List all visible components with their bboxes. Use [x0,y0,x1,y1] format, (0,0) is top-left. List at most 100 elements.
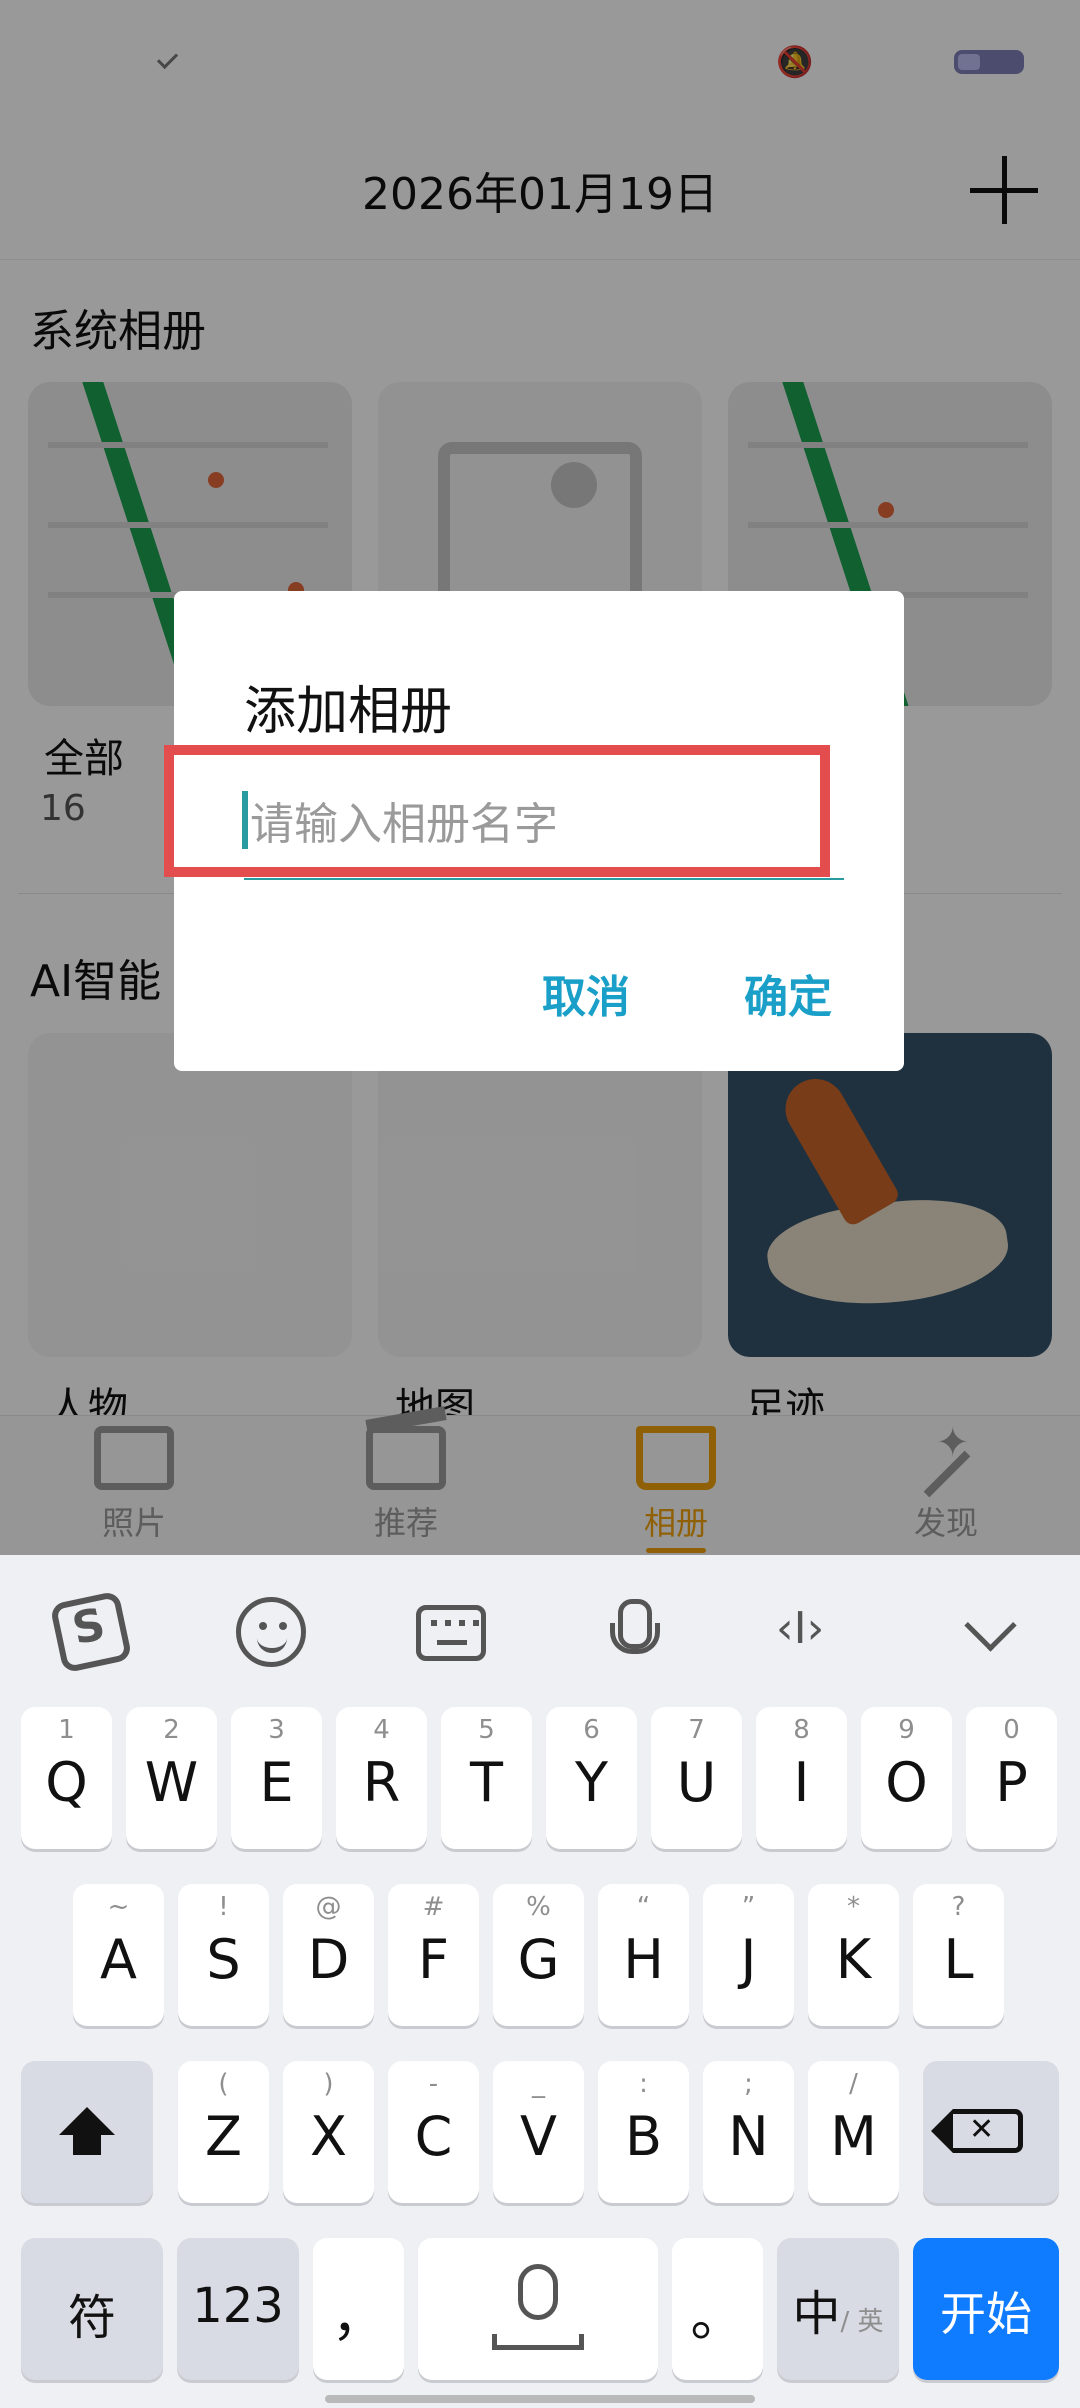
key-sublabel: / 英 [840,2307,884,2337]
key-hint: ) [323,2069,334,2099]
period-key[interactable]: 。 [672,2238,763,2380]
key-m[interactable]: / M [808,2061,899,2203]
key-label: K [835,1928,872,1991]
key-label: M [830,2105,877,2168]
key-hint: ; [744,2069,753,2099]
key-label: Y [575,1751,608,1814]
key-label: W [144,1751,199,1814]
key-d[interactable]: @ D [283,1884,374,2026]
input-highlight-box [164,745,830,877]
key-u[interactable]: 7U [651,1707,742,1849]
key-hint: - [428,2069,439,2099]
key-hint: @ [315,1892,342,1922]
key-label: 中 [792,2286,841,2342]
key-label: S [206,1928,241,1991]
key-i[interactable]: 8I [756,1707,847,1849]
key-label: H [623,1928,664,1991]
sogou-logo-icon[interactable] [49,1590,133,1674]
dialog-title: 添加相册 [244,682,453,742]
key-y[interactable]: 6Y [546,1707,637,1849]
key-x[interactable]: ) X [283,2061,374,2203]
key-hint: # [422,1892,445,1922]
key-label: 。 [690,2285,745,2348]
collapse-icon[interactable] [956,1597,1026,1667]
key-z[interactable]: (Z [178,2061,269,2203]
key-hint: _ [532,2069,545,2099]
key-label: O [885,1751,928,1814]
key-hint: * [847,1892,860,1922]
shift-icon [55,2107,119,2163]
enter-key[interactable]: 开始 [913,2238,1059,2380]
key-hint: “ [636,1892,651,1922]
key-k[interactable]: * K [808,1884,899,2026]
key-label: 开始 [940,2287,1032,2341]
key-h[interactable]: “H [598,1884,689,2026]
key-r[interactable]: 4R [336,1707,427,1849]
key-b[interactable]: :B [598,2061,689,2203]
key-label: ， [331,2285,386,2348]
key-hint: 8 [793,1715,810,1745]
key-hint: 9 [898,1715,915,1745]
confirm-button[interactable]: 确定 [744,961,832,1025]
key-hint: ! [218,1892,229,1922]
key-hint: 2 [163,1715,180,1745]
input-underline [244,878,844,880]
key-label: Q [45,1751,88,1814]
key-label: V [520,2105,557,2168]
key-label: B [624,2105,663,2168]
key-s[interactable]: ! S [178,1884,269,2026]
cursor-icon[interactable] [776,1597,846,1667]
emoji-icon[interactable] [236,1597,306,1667]
key-label: R [362,1751,401,1814]
key-hint: ” [741,1892,756,1922]
key-label: 符 [67,2290,116,2346]
key-label: J [740,1928,757,1991]
home-indicator[interactable] [325,2395,755,2403]
key-hint: % [526,1892,551,1922]
key-g[interactable]: % G [493,1884,584,2026]
key-label: P [995,1751,1028,1814]
key-hint: 6 [583,1715,600,1745]
key-label: Z [205,2105,242,2168]
key-hint: ( [218,2069,229,2099]
key-f[interactable]: # F [388,1884,479,2026]
key-l[interactable]: ? L [913,1884,1004,2026]
key-label: F [417,1928,450,1991]
backspace-key[interactable] [923,2061,1059,2203]
key-label: A [100,1928,137,1991]
key-j[interactable]: ” J [703,1884,794,2026]
key-label: X [310,2105,347,2168]
key-hint: / [849,2069,858,2099]
key-hint: 7 [688,1715,705,1745]
key-hint: 1 [58,1715,75,1745]
key-label: C [414,2105,453,2168]
key-o[interactable]: 9O [861,1707,952,1849]
key-label: D [307,1928,350,1991]
key-v[interactable]: _ V [493,2061,584,2203]
mic-icon [518,2264,558,2320]
mic-icon[interactable] [596,1597,666,1667]
key-q[interactable]: 1Q [21,1707,112,1849]
key-label: T [470,1751,503,1814]
key-n[interactable]: ; N [703,2061,794,2203]
key-e[interactable]: 3E [231,1707,322,1849]
key-hint: : [639,2069,648,2099]
numbers-key[interactable]: 123 [177,2238,299,2380]
key-p[interactable]: 0P [966,1707,1057,1849]
key-hint: 5 [478,1715,495,1745]
key-w[interactable]: 2W [126,1707,217,1849]
shift-key[interactable] [21,2061,153,2203]
soft-keyboard: 1Q 2W 3E 4R 5T 6Y 7U 8I 9O 0P ~A !S @D #… [0,1555,1080,2408]
key-label: L [943,1928,974,1991]
key-c[interactable]: -C [388,2061,479,2203]
space-key[interactable] [418,2238,658,2380]
key-t[interactable]: 5T [441,1707,532,1849]
comma-key[interactable]: ， [313,2238,404,2380]
symbols-key[interactable]: 符 [21,2238,163,2380]
key-a[interactable]: ~ A [73,1884,164,2026]
key-hint: ? [951,1892,966,1922]
cancel-button[interactable]: 取消 [542,961,630,1025]
language-switch-key[interactable]: 中/ 英 [777,2238,899,2380]
keyboard-icon[interactable] [416,1605,486,1661]
key-hint: 0 [1003,1715,1020,1745]
